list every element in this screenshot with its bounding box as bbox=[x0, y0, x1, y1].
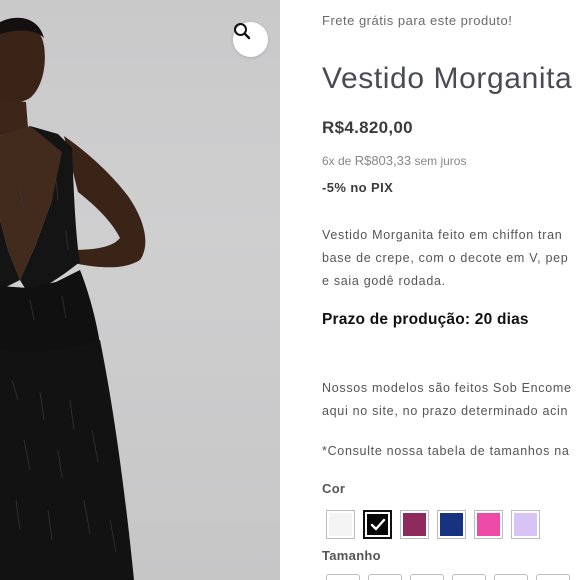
size-options bbox=[326, 574, 570, 580]
order-note: Nossos modelos são feitos Sob Encome aqu… bbox=[322, 377, 580, 423]
product-page: Frete grátis para este produto! Vestido … bbox=[0, 0, 580, 580]
size-table-note: *Consulte nossa tabela de tamanhos na bbox=[322, 444, 570, 458]
check-icon bbox=[365, 512, 390, 537]
production-lead-time: Prazo de produção: 20 dias bbox=[322, 311, 529, 328]
product-image[interactable] bbox=[0, 0, 280, 580]
swatch-color-fill bbox=[514, 513, 537, 536]
pix-discount: -5% no PIX bbox=[322, 180, 394, 195]
installments-suffix: sem juros bbox=[414, 154, 467, 168]
product-description: Vestido Morganita feito em chiffon tran … bbox=[322, 224, 580, 293]
color-swatch-black[interactable] bbox=[363, 510, 392, 539]
description-line: e saia godê rodada. bbox=[322, 274, 446, 288]
swatch-color-fill bbox=[403, 513, 426, 536]
color-swatch-navy[interactable] bbox=[437, 510, 466, 539]
size-option[interactable] bbox=[410, 574, 444, 580]
installments-info: 6x de R$803,33 sem juros bbox=[322, 153, 466, 168]
model-photo bbox=[0, 17, 146, 580]
zoom-button[interactable] bbox=[233, 22, 268, 57]
product-price: R$4.820,00 bbox=[322, 118, 413, 137]
swatch-color-fill bbox=[477, 513, 500, 536]
free-shipping-note: Frete grátis para este produto! bbox=[322, 13, 513, 28]
swatch-color-fill bbox=[440, 513, 463, 536]
size-option[interactable] bbox=[494, 574, 528, 580]
color-label: Cor bbox=[322, 481, 346, 496]
swatch-color-fill bbox=[329, 513, 352, 536]
size-option[interactable] bbox=[452, 574, 486, 580]
size-label: Tamanho bbox=[322, 548, 381, 563]
color-swatch-lilac[interactable] bbox=[511, 510, 540, 539]
size-option[interactable] bbox=[536, 574, 570, 580]
color-swatches bbox=[326, 510, 540, 539]
product-title: Vestido Morganita bbox=[322, 62, 573, 95]
description-line: Vestido Morganita feito em chiffon tran bbox=[322, 228, 563, 242]
order-note-line: aqui no site, no prazo determinado acin bbox=[322, 404, 569, 418]
installments-prefix: 6x de bbox=[322, 154, 352, 168]
color-swatch-white[interactable] bbox=[326, 510, 355, 539]
color-swatch-plum[interactable] bbox=[400, 510, 429, 539]
installments-amount: R$803,33 bbox=[354, 153, 412, 168]
description-line: base de crepe, com o decote em V, pep bbox=[322, 251, 569, 265]
order-note-line: Nossos modelos são feitos Sob Encome bbox=[322, 381, 572, 395]
color-swatch-pink[interactable] bbox=[474, 510, 503, 539]
size-option[interactable] bbox=[368, 574, 402, 580]
size-option[interactable] bbox=[326, 574, 360, 580]
